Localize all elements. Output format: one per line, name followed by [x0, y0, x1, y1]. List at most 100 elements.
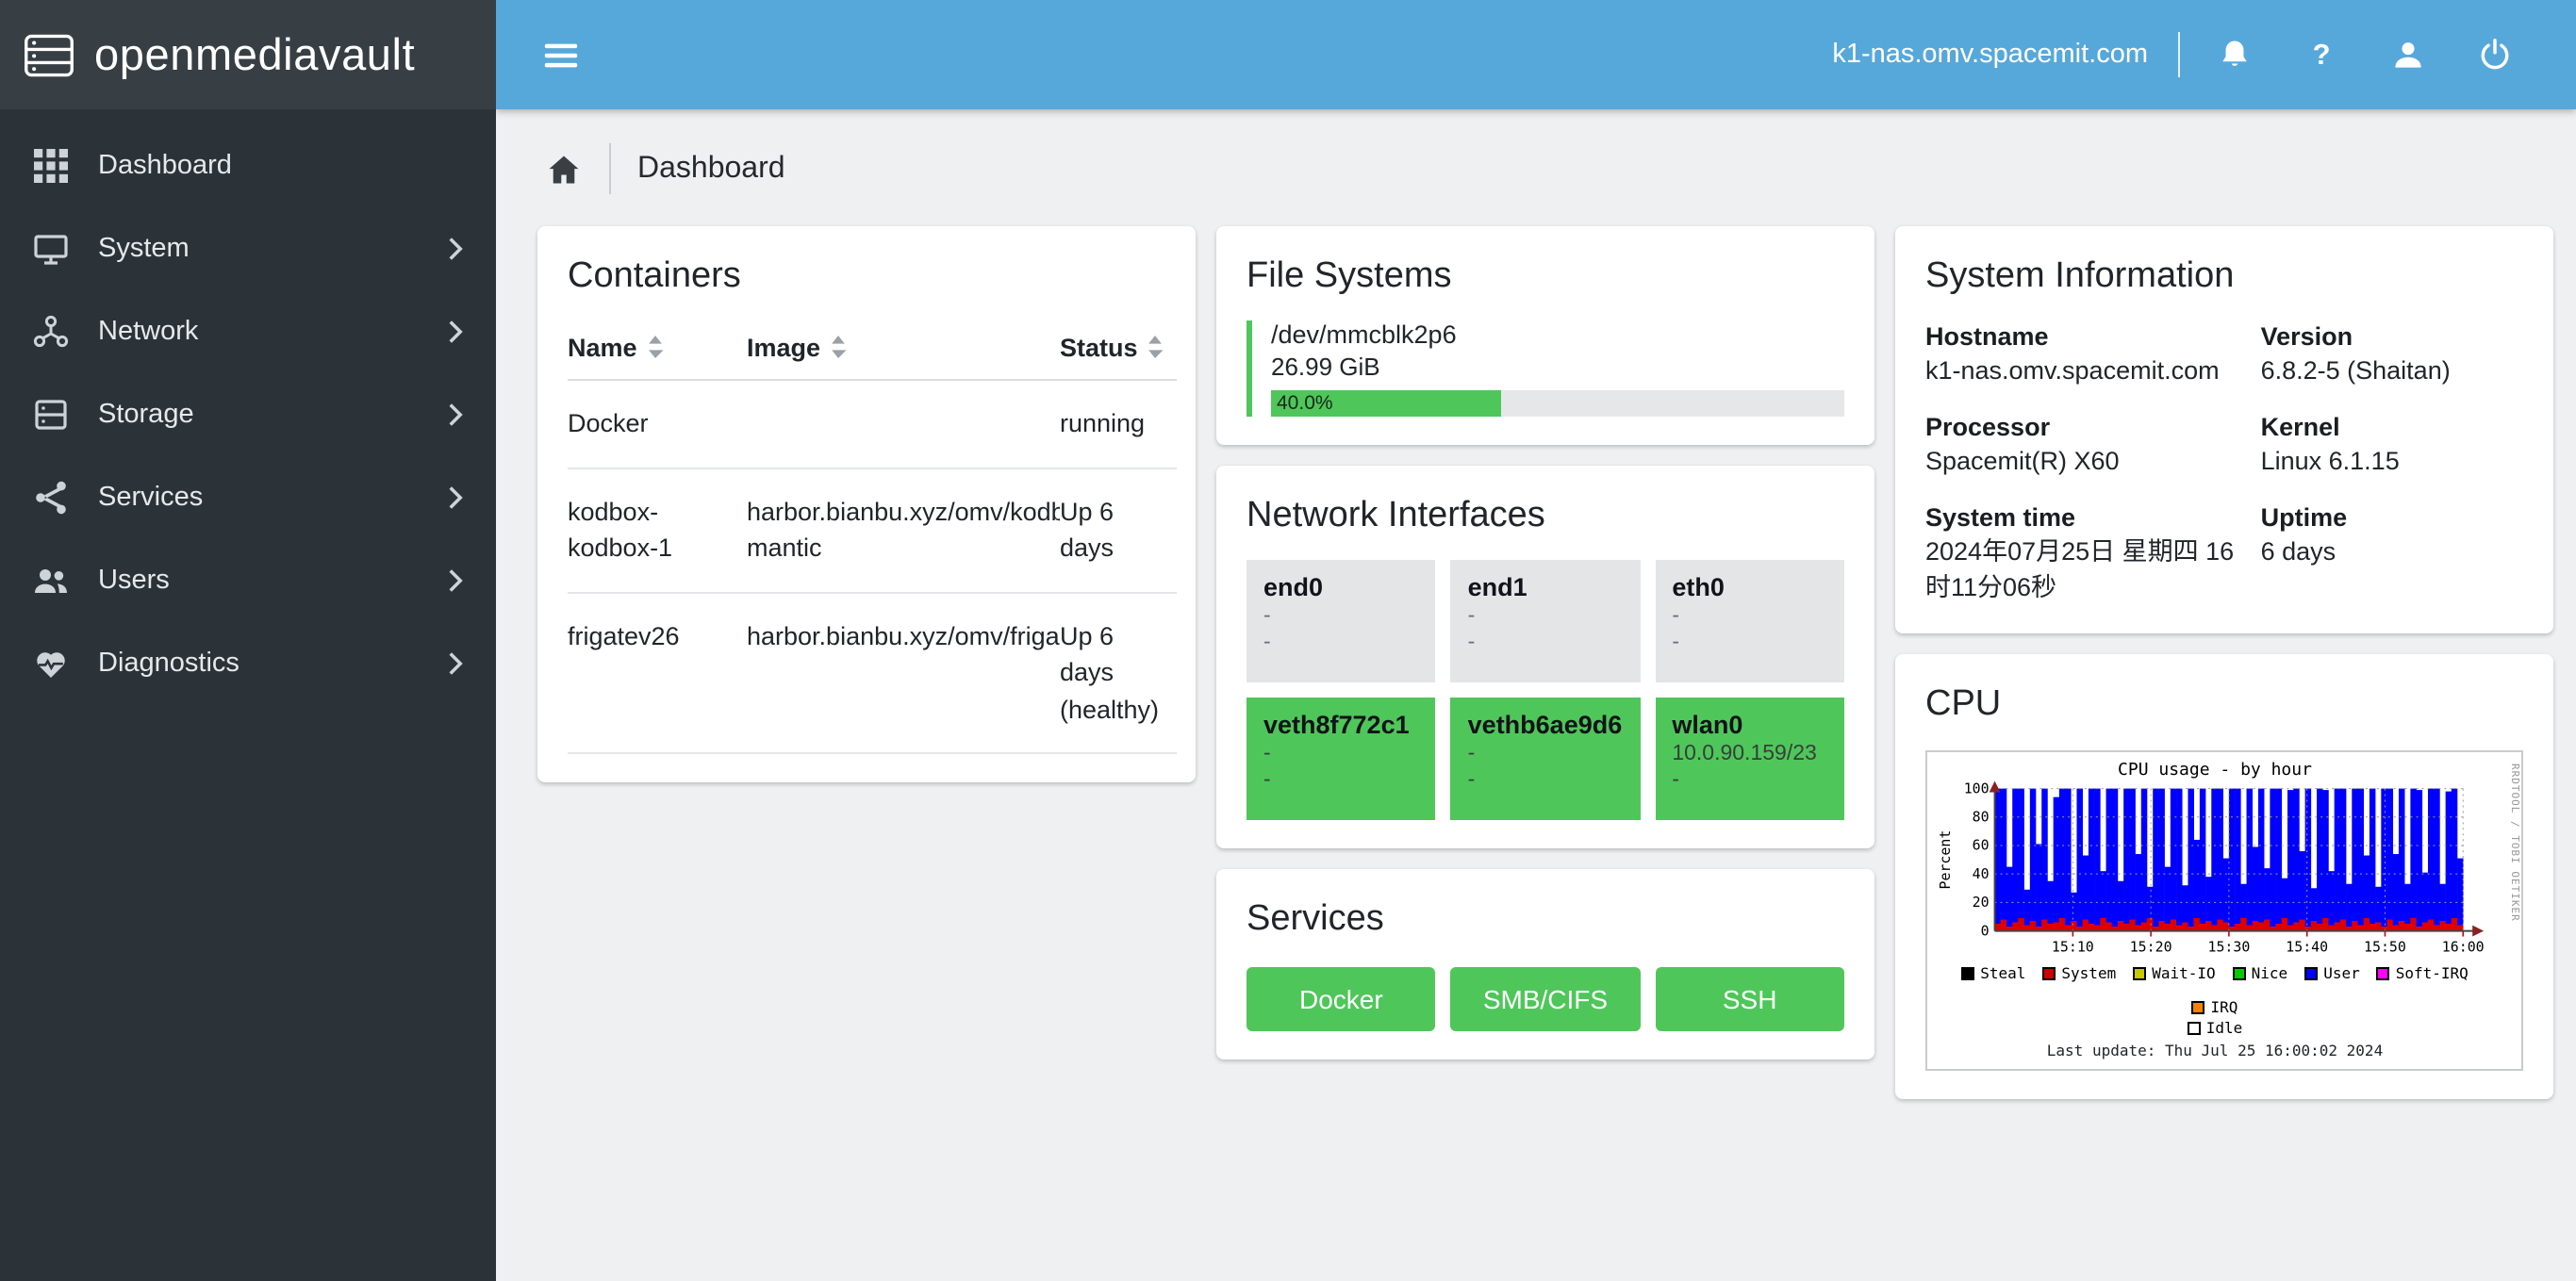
svg-text:15:10: 15:10 [2052, 938, 2094, 955]
sysinfo-field: Hostname k1-nas.omv.spacemit.com [1925, 322, 2246, 388]
sidebar-item-label: Dashboard [98, 151, 232, 181]
interface-tile-veth8f772c1: veth8f772c1 - - [1247, 698, 1436, 820]
legend-swatch [2042, 966, 2056, 980]
filesystem-size: 26.99 GiB [1271, 353, 1380, 381]
interface-name: end1 [1467, 573, 1527, 601]
diagnostics-icon [32, 645, 70, 682]
sidebar-item-system[interactable]: System [0, 207, 496, 290]
sidebar-item-label: Users [98, 566, 170, 596]
sysinfo-field: Kernel Linux 6.1.15 [2261, 413, 2523, 479]
interface-address: - [1467, 632, 1476, 654]
legend-swatch [1961, 966, 1975, 980]
legend-label: Soft-IRQ [2395, 964, 2469, 982]
sidebar-item-network[interactable]: Network [0, 290, 496, 373]
interface-tile-wlan0: wlan0 10.0.90.159/23 - [1655, 698, 1844, 820]
user-menu-icon[interactable] [2365, 0, 2452, 109]
sidebar-menu: Dashboard System Network Storage Services Use… [0, 109, 496, 705]
service-status-badge-smb-cifs: SMB/CIFS [1450, 967, 1641, 1031]
interface-address: - [1467, 605, 1476, 628]
breadcrumb-current: Dashboard [637, 152, 785, 184]
column-header-image[interactable]: Image [747, 317, 1060, 381]
dashboard-widgets: Containers Name Image Status Docker running… [496, 194, 2576, 1099]
svg-text:15:30: 15:30 [2207, 938, 2250, 955]
legend-swatch [2133, 966, 2147, 980]
containers-card-title: Containers [568, 256, 741, 296]
sysinfo-field: Processor Spacemit(R) X60 [1925, 413, 2246, 479]
interface-address: 10.0.90.159/23 [1672, 743, 1817, 765]
cpu-card-title: CPU [1925, 683, 2002, 724]
svg-text:20: 20 [1973, 894, 1990, 911]
cpu-graph: CPU usage - by hour 0 20 40 60 80 100 15:10 15:… [1925, 749, 2523, 1071]
containers-body: Docker running kodbox-kodbox-1 harbor.bianb… [568, 380, 1177, 755]
column-header-name[interactable]: Name [568, 317, 747, 381]
sidebar-item-users[interactable]: Users [0, 539, 496, 622]
notifications-bell-icon[interactable] [2191, 0, 2278, 109]
sidebar-item-dashboard[interactable]: Dashboard [0, 124, 496, 207]
sysinfo-value: k1-nas.omv.spacemit.com [1925, 356, 2220, 385]
legend-label: IRQ [2210, 998, 2238, 1016]
container-image-cell: harbor.bianbu.xyz/omv/kodbox:1.49-mantic [747, 468, 1060, 594]
services-card: Services Docker SMB/CIFS SSH [1216, 869, 1874, 1059]
help-icon[interactable]: ? [2278, 0, 2365, 109]
sysinfo-field: Version 6.8.2-5 (Shaitan) [2261, 322, 2523, 388]
container-status-cell: Up 6 days [1060, 468, 1177, 594]
column-label: Status [1060, 334, 1138, 362]
chevron-right-icon [447, 484, 464, 511]
legend-swatch [2187, 1021, 2201, 1035]
interface-address: - [1263, 743, 1271, 765]
services-icon [32, 479, 70, 517]
breadcrumb: Dashboard [496, 109, 2576, 194]
legend-label: Idle [2205, 1019, 2243, 1037]
container-name-cell: kodbox-kodbox-1 [568, 468, 747, 594]
sidebar-item-label: Services [98, 483, 204, 513]
sysinfo-label: Kernel [2260, 413, 2340, 442]
container-name-cell: frigatev26 [568, 592, 747, 755]
system-information-card: System Information Hostname k1-nas.omv.sp… [1895, 226, 2553, 633]
column-header-status[interactable]: Status [1060, 317, 1177, 381]
interface-name: eth0 [1672, 573, 1725, 601]
filesystems-card-title: File Systems [1247, 256, 1452, 296]
chevron-right-icon [447, 567, 464, 594]
middle-column: File Systems /dev/mmcblk2p6 26.99 GiB 40… [1216, 226, 1874, 1059]
container-status-cell: Up 6 days (healthy) [1060, 592, 1177, 755]
filesystem-device: /dev/mmcblk2p6 [1271, 320, 1457, 349]
service-status-badge-ssh: SSH [1655, 967, 1844, 1031]
interface-address: - [1672, 769, 1679, 792]
cpu-legend-row1: Steal System Wait-IO Nice User Soft-IRQ IRQ [1931, 965, 2499, 1016]
home-icon[interactable] [545, 150, 583, 188]
users-icon [32, 562, 70, 599]
containers-header-row: Name Image Status [568, 317, 1177, 381]
interface-name: end0 [1263, 573, 1324, 601]
power-icon[interactable] [2452, 0, 2538, 109]
legend-label: Nice [2251, 964, 2288, 982]
sidebar-item-label: Network [98, 317, 199, 347]
container-image-cell [747, 380, 1060, 469]
legend-item: Nice [2232, 964, 2288, 982]
sidebar-item-services[interactable]: Services [0, 456, 496, 539]
breadcrumb-separator [609, 143, 611, 194]
top-bar: k1-nas.omv.spacemit.com ? [496, 0, 2576, 109]
cpu-legend-row2: Idle [1931, 1020, 2499, 1037]
menu-toggle-button[interactable] [541, 35, 581, 74]
sysinfo-label: System time [1925, 503, 2076, 533]
container-name-cell: Docker [568, 380, 747, 469]
legend-item: User [2304, 965, 2360, 982]
interface-tile-end1: end1 - - [1450, 560, 1641, 682]
svg-text:0: 0 [1981, 922, 1990, 939]
sysinfo-label: Hostname [1925, 322, 2049, 351]
legend-label: User [2323, 964, 2360, 982]
sysinfo-label: Uptime [2260, 503, 2348, 533]
interface-tile-end0: end0 - - [1247, 560, 1436, 682]
system-icon [32, 230, 70, 268]
legend-item: Soft-IRQ [2376, 964, 2469, 982]
table-row: kodbox-kodbox-1 harbor.bianbu.xyz/omv/kod… [568, 468, 1177, 594]
legend-label: Wait-IO [2152, 964, 2216, 982]
svg-text:100: 100 [1964, 780, 1990, 797]
svg-text:80: 80 [1973, 808, 1990, 825]
topbar-right-cluster: k1-nas.omv.spacemit.com ? [1832, 0, 2538, 109]
sidebar-item-storage[interactable]: Storage [0, 373, 496, 456]
svg-text:15:40: 15:40 [2286, 938, 2328, 955]
sysinfo-value: 6 days [2260, 537, 2337, 567]
interface-address: - [1467, 743, 1476, 765]
sidebar-item-diagnostics[interactable]: Diagnostics [0, 622, 496, 705]
